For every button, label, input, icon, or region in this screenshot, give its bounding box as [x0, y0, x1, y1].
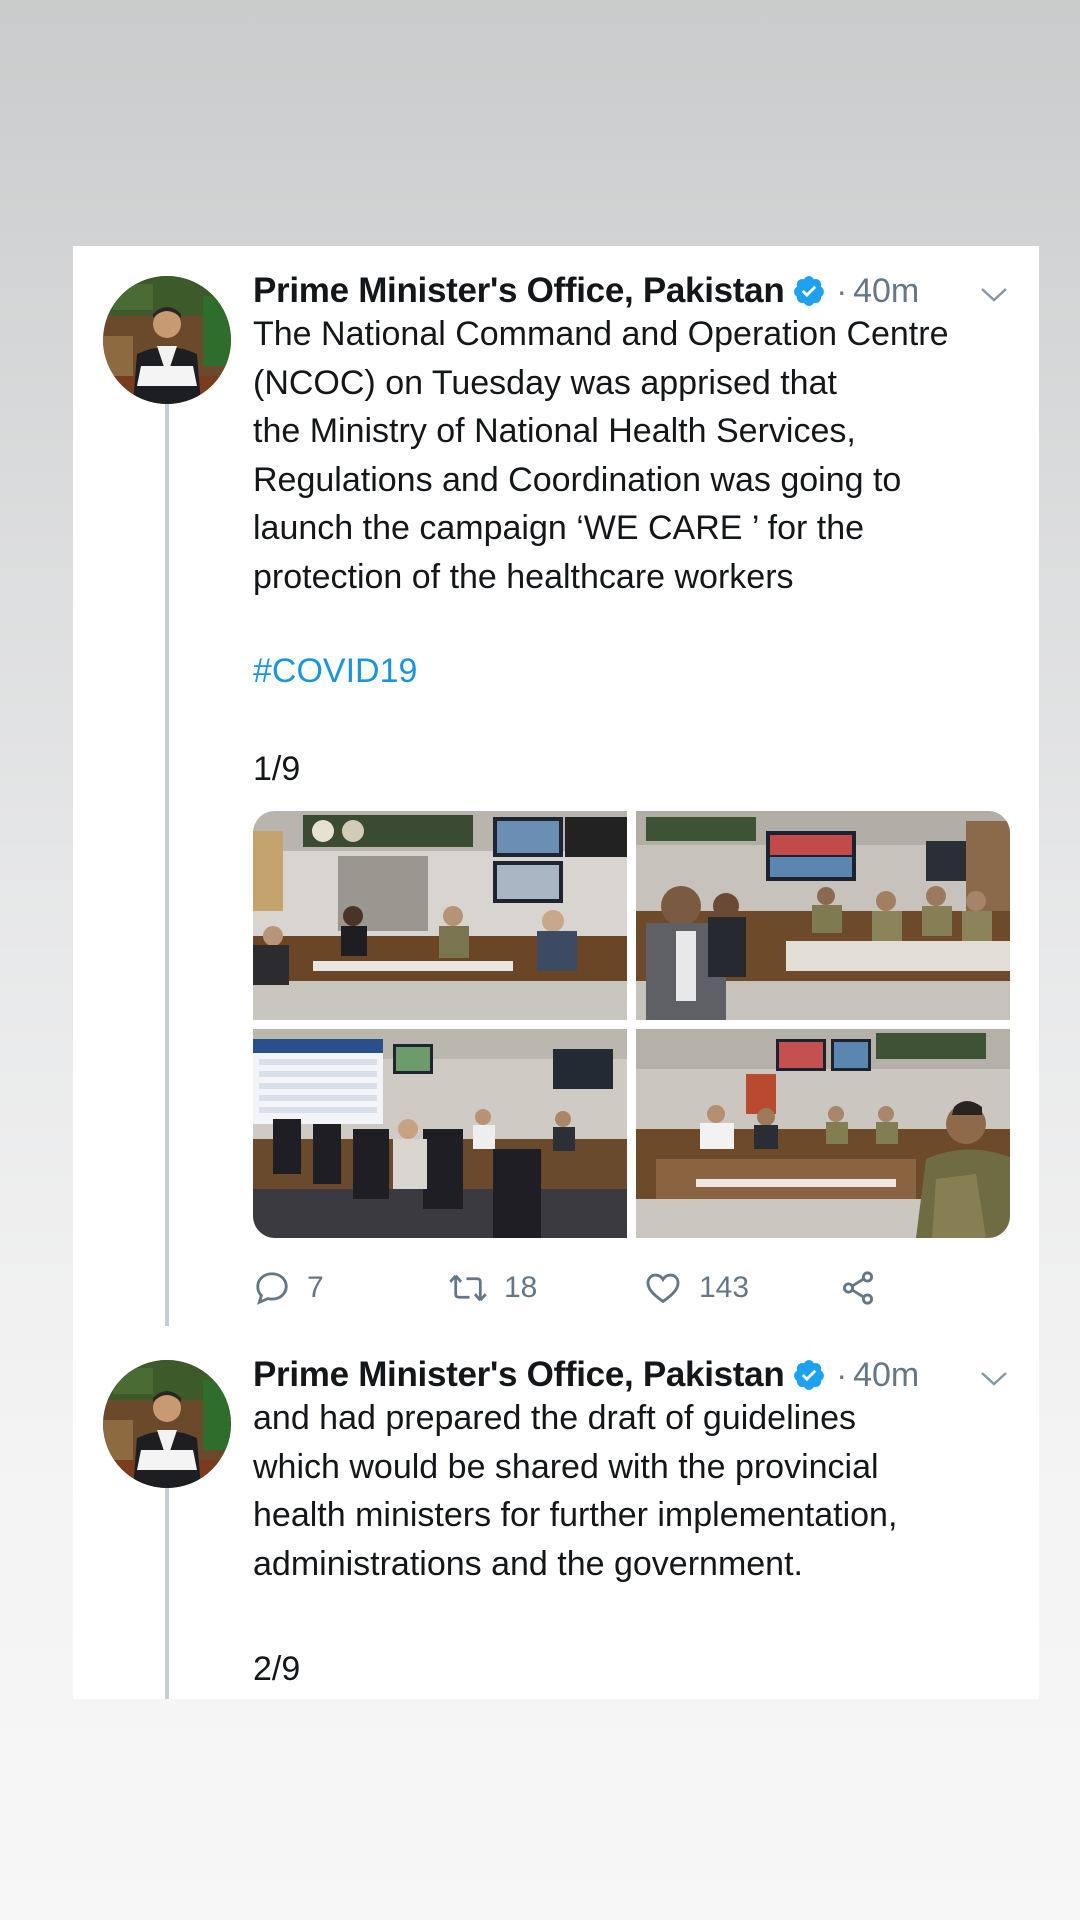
like-button[interactable]: 143	[643, 1266, 749, 1310]
share-button[interactable]	[838, 1266, 878, 1310]
retweet-icon	[449, 1274, 487, 1302]
separator-dot: ·	[836, 272, 848, 309]
tweet-time[interactable]: 40m	[853, 272, 919, 311]
tweet-thread: Prime Minister's Office, Pakistan · 40m …	[73, 246, 1039, 1699]
tweet-text: and had prepared the draft of guidelines…	[253, 1394, 1033, 1588]
author-name[interactable]: Prime Minister's Office, Pakistan	[253, 1355, 785, 1395]
tweet-text-line: launch the campaign ‘WE CARE ’ for the	[253, 509, 865, 547]
like-count: 143	[699, 1271, 750, 1304]
thread-counter: 2/9	[253, 1650, 301, 1688]
reply-icon	[256, 1272, 288, 1305]
verified-badge-icon	[792, 274, 826, 308]
author-avatar[interactable]	[103, 1360, 231, 1488]
separator-dot: ·	[836, 1356, 848, 1393]
tweet-header: Prime Minister's Office, Pakistan · 40m	[253, 271, 919, 311]
meeting-photo[interactable]	[636, 1029, 1010, 1238]
thread-line	[165, 380, 169, 1326]
verified-badge-icon	[792, 1358, 826, 1392]
hashtag-link[interactable]: #COVID19	[253, 652, 417, 691]
tweet-text-line: and had prepared the draft of guidelines	[253, 1399, 857, 1437]
heart-icon	[646, 1273, 680, 1304]
thread-counter: 1/9	[253, 750, 301, 788]
share-icon	[842, 1271, 874, 1305]
tweet-text-line: health ministers for further implementat…	[253, 1496, 898, 1534]
tweet-text-line: (NCOC) on Tuesday was apprised that	[253, 363, 837, 402]
author-name[interactable]: Prime Minister's Office, Pakistan	[253, 271, 785, 311]
reply-button[interactable]: 7	[253, 1266, 324, 1310]
tweet-text-line: Regulations and Coordination was going t…	[253, 460, 902, 499]
tweet-text-line: administrations and the government.	[253, 1544, 803, 1583]
meeting-photo[interactable]	[253, 811, 627, 1020]
tweet-text-line: which would be shared with the provincia…	[253, 1447, 879, 1486]
chevron-down-icon[interactable]	[978, 1367, 1010, 1389]
thread-line	[165, 1464, 169, 1699]
reply-count: 7	[307, 1271, 324, 1304]
retweet-count: 18	[504, 1271, 538, 1304]
tweet-time[interactable]: 40m	[853, 1356, 919, 1395]
meeting-photo[interactable]	[253, 1029, 627, 1238]
tweet-text-line: the Ministry of National Health Services…	[253, 412, 856, 450]
tweet-text-line: The National Command and Operation Centr…	[253, 315, 949, 353]
chevron-down-icon[interactable]	[978, 283, 1010, 305]
tweet-actions: 7 18 143	[253, 1266, 953, 1310]
retweet-button[interactable]: 18	[448, 1266, 537, 1310]
tweet-header: Prime Minister's Office, Pakistan · 40m	[253, 1355, 919, 1395]
meeting-photo[interactable]	[636, 811, 1010, 1020]
tweet-text: The National Command and Operation Centr…	[253, 310, 1033, 601]
tweet-text-line: protection of the healthcare workers	[253, 557, 794, 596]
media-grid	[253, 811, 1010, 1238]
author-avatar[interactable]	[103, 276, 231, 404]
